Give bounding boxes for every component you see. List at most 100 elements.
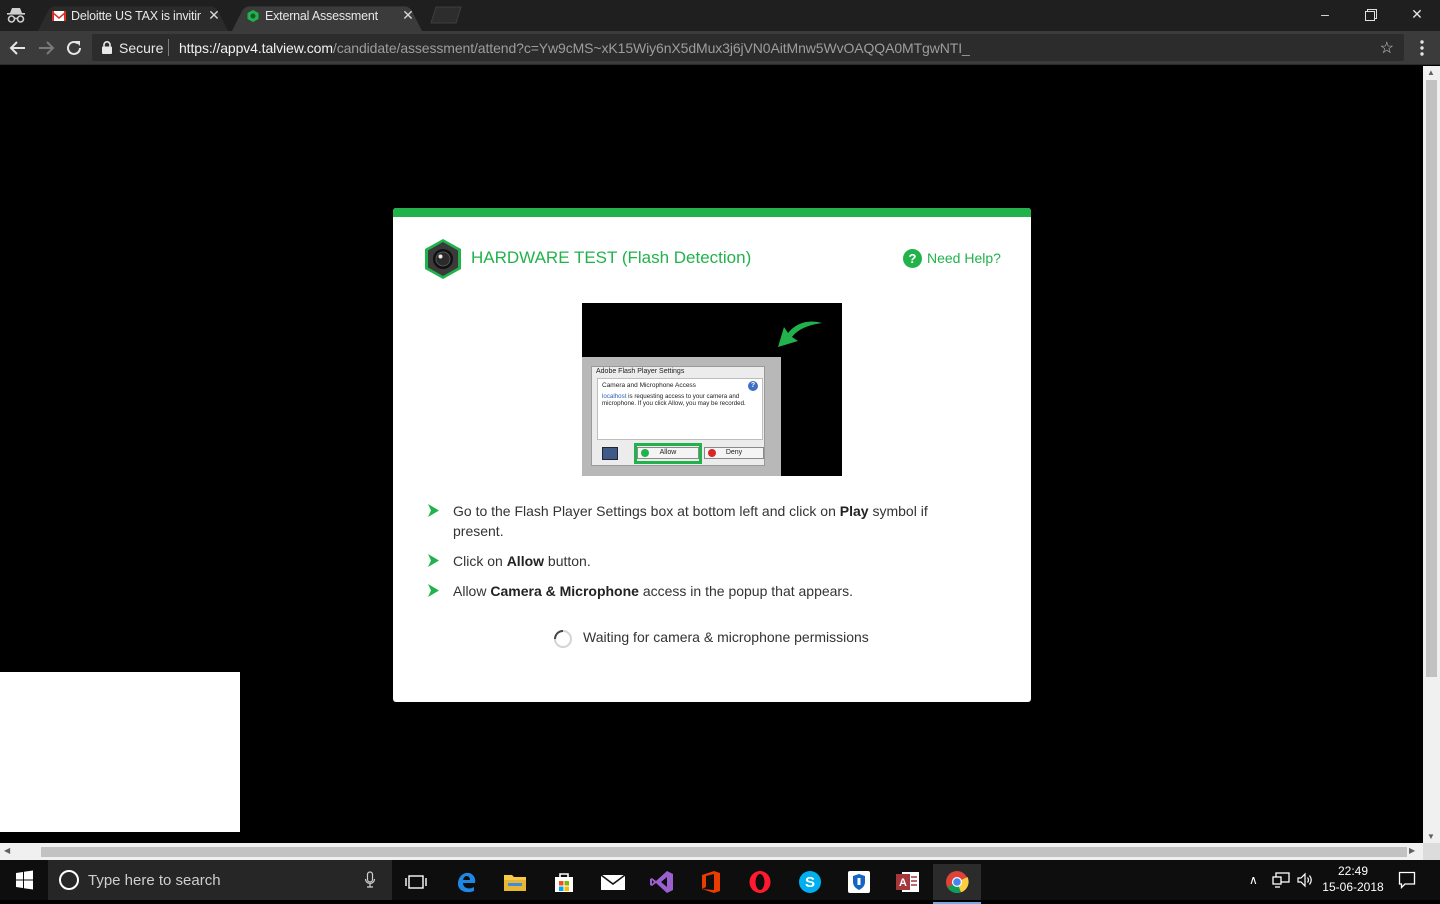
security-app-icon[interactable]	[835, 864, 883, 900]
edge-icon[interactable]	[442, 864, 490, 900]
clock-date: 15-06-2018	[1322, 880, 1384, 894]
incognito-icon	[7, 8, 25, 23]
access-icon[interactable]: A	[884, 864, 932, 900]
illustration-allow-button: Allow	[637, 447, 699, 459]
url-text[interactable]: https://appv4.talview.com/candidate/asse…	[179, 40, 970, 56]
loading-spinner-icon	[554, 630, 572, 648]
chevron-right-icon	[428, 504, 439, 517]
microphone-icon[interactable]	[364, 871, 376, 889]
monitor-icon	[602, 447, 618, 460]
tab-title: Deloitte US TAX is inviting you to	[71, 9, 201, 23]
card-accent-bar	[393, 208, 1031, 217]
browser-toolbar: Secure https://appv4.talview.com/candida…	[0, 31, 1440, 65]
restore-icon	[1365, 9, 1377, 21]
webcam-logo-icon	[425, 239, 461, 279]
file-explorer-icon[interactable]	[491, 864, 539, 900]
store-icon[interactable]	[540, 864, 588, 900]
cortana-icon	[59, 870, 79, 890]
step-text: Click on	[453, 553, 507, 569]
horizontal-scrollbar[interactable]: ◀ ▶	[0, 843, 1423, 860]
flash-dialog-text: localhost is requesting access to your c…	[602, 393, 762, 407]
flash-dialog-title: Adobe Flash Player Settings	[596, 368, 685, 375]
svg-text:S: S	[805, 874, 815, 891]
office-icon[interactable]	[687, 864, 735, 900]
scrollbar-corner	[1423, 843, 1440, 860]
restore-button[interactable]	[1348, 0, 1394, 30]
bookmark-star-icon[interactable]: ☆	[1380, 38, 1394, 58]
security-label: Secure	[119, 40, 164, 56]
vertical-scroll-thumb[interactable]	[1426, 80, 1437, 677]
task-view-icon[interactable]	[392, 864, 440, 900]
chrome-icon[interactable]	[933, 864, 981, 904]
close-window-button[interactable]: ✕	[1394, 0, 1440, 30]
deny-label: Deny	[725, 449, 743, 456]
forward-button[interactable]	[35, 37, 57, 59]
divider	[168, 39, 169, 56]
minimize-button[interactable]: –	[1302, 0, 1348, 30]
waiting-text: Waiting for camera & microphone permissi…	[583, 629, 869, 645]
search-placeholder: Type here to search	[88, 872, 221, 889]
flash-dialog-frame: Adobe Flash Player Settings Camera and M…	[582, 357, 781, 476]
flash-dialog: Adobe Flash Player Settings Camera and M…	[591, 366, 765, 466]
help-icon: ?	[903, 249, 922, 268]
flash-player-area[interactable]	[0, 672, 240, 832]
scroll-down-icon[interactable]: ▼	[1427, 832, 1435, 841]
volume-icon[interactable]	[1296, 871, 1314, 889]
address-bar[interactable]: Secure https://appv4.talview.com/candida…	[92, 34, 1404, 61]
lock-icon	[102, 41, 112, 54]
step-bold: Play	[839, 503, 869, 519]
skype-icon[interactable]: S	[786, 864, 834, 900]
need-help-label: Need Help?	[927, 250, 1001, 266]
chevron-right-icon	[428, 554, 439, 567]
hardware-test-card: HARDWARE TEST (Flash Detection) ? Need H…	[393, 208, 1031, 702]
horizontal-scroll-thumb[interactable]	[41, 847, 1407, 857]
step-text: Allow	[453, 583, 491, 599]
flash-dialog-heading: Camera and Microphone Access	[602, 382, 696, 389]
step-bold: Allow	[506, 553, 545, 569]
browser-titlebar: Deloitte US TAX is inviting you to ✕ Ext…	[0, 0, 1440, 31]
scroll-right-icon[interactable]: ▶	[1409, 846, 1415, 855]
close-tab-icon[interactable]: ✕	[400, 7, 416, 23]
vertical-scrollbar[interactable]: ▲ ▼	[1423, 66, 1440, 843]
step-bold: Camera & Microphone	[490, 583, 639, 599]
taskbar-search[interactable]: Type here to search	[48, 860, 392, 900]
allow-label: Allow	[659, 449, 677, 456]
green-arrow-icon	[778, 321, 822, 347]
talview-icon	[247, 10, 259, 22]
visual-studio-icon[interactable]	[638, 864, 686, 900]
mail-icon[interactable]	[589, 864, 637, 900]
instruction-item: Allow Camera & Microphone access in the …	[427, 581, 947, 601]
opera-icon[interactable]	[736, 864, 784, 900]
instruction-list: Go to the Flash Player Settings box at b…	[427, 501, 947, 611]
new-tab-button[interactable]	[428, 6, 464, 24]
browser-menu-icon[interactable]	[1414, 39, 1430, 57]
windows-taskbar: Type here to search S A ∧ 22:49 15-06-20…	[0, 860, 1440, 904]
chevron-up-icon[interactable]: ∧	[1249, 873, 1258, 887]
instruction-item: Click on Allow button.	[427, 551, 947, 571]
flash-dialog-link: localhost	[602, 393, 627, 400]
tab-external-assessment[interactable]: External Assessment ✕	[232, 2, 422, 31]
flash-dialog-footer: Allow Deny	[592, 442, 764, 466]
windows-start-icon[interactable]	[0, 860, 48, 900]
clock-time: 22:49	[1337, 864, 1369, 878]
system-clock[interactable]: 22:49 15-06-2018	[1318, 863, 1388, 895]
scroll-up-icon[interactable]: ▲	[1427, 68, 1435, 77]
flash-dialog-body: Camera and Microphone Access ? localhost…	[597, 378, 763, 440]
illustration-deny-button: Deny	[704, 447, 764, 459]
gmail-icon	[52, 11, 66, 21]
back-button[interactable]	[7, 37, 29, 59]
scroll-left-icon[interactable]: ◀	[4, 846, 10, 855]
url-path: /candidate/assessment/attend?c=Yw9cMS~xK…	[332, 40, 970, 56]
flash-settings-illustration: Adobe Flash Player Settings Camera and M…	[582, 303, 842, 476]
page-title: HARDWARE TEST (Flash Detection)	[471, 248, 752, 267]
close-tab-icon[interactable]: ✕	[206, 7, 222, 23]
question-icon: ?	[748, 381, 758, 391]
chevron-right-icon	[428, 584, 439, 597]
step-text: Go to the Flash Player Settings box at b…	[453, 503, 840, 519]
url-host: https://appv4.talview.com	[179, 40, 333, 56]
tab-deloitte[interactable]: Deloitte US TAX is inviting you to ✕	[38, 2, 228, 31]
action-center-icon[interactable]	[1398, 871, 1416, 889]
reload-button[interactable]	[63, 37, 85, 59]
svg-text:A: A	[899, 877, 907, 889]
network-icon[interactable]	[1272, 872, 1290, 888]
